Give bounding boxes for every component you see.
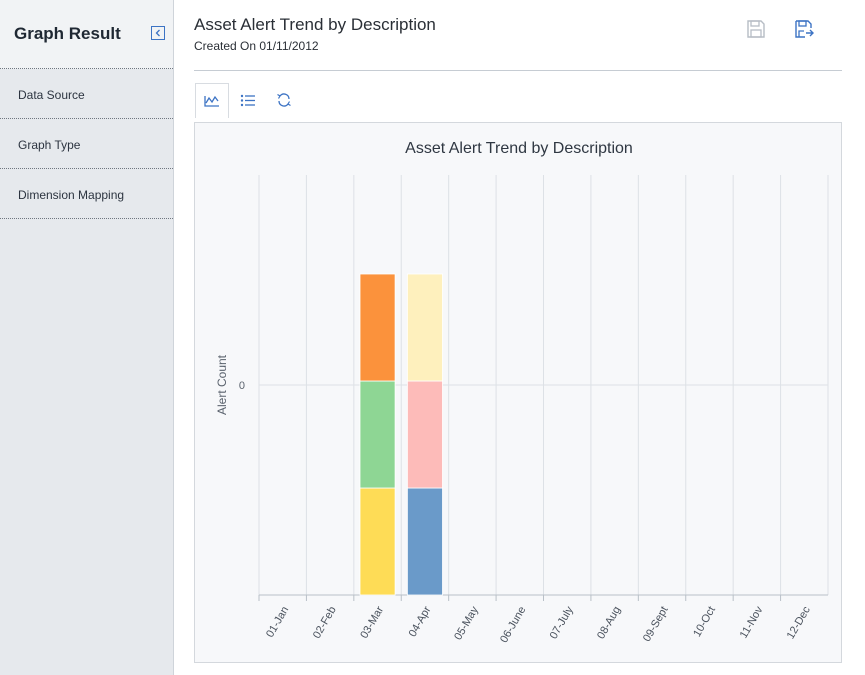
list-icon[interactable] [231,83,265,117]
x-tick-label: 01-Jan [264,605,291,640]
y-axis-label: Alert Count [215,354,229,415]
x-tick-label: 04-Apr [407,604,434,639]
chart: Asset Alert Trend by Description Alert C… [215,140,829,645]
chart-title: Asset Alert Trend by Description [405,140,633,157]
bar-segment-3-03-Mar[interactable] [359,273,396,382]
x-tick-label: 02-Feb [311,605,339,641]
sidebar-item-label: Data Source [18,88,85,102]
sidebar-title: Graph Result [14,24,121,43]
chart-panel: Asset Alert Trend by Description Alert C… [194,122,842,663]
bar-segment-6-04-Apr[interactable] [407,273,443,382]
page-title: Asset Alert Trend by Description [194,15,436,34]
graph-icon[interactable] [195,83,229,118]
save-as-icon[interactable] [793,18,815,40]
main-panel: Asset Alert Trend by Description Created… [174,0,865,675]
refresh-icon[interactable] [267,83,301,117]
x-tick-label: 06-June [498,605,528,645]
x-tick-label: 11-Nov [738,604,766,640]
sidebar-header: Graph Result [0,0,173,69]
x-tick-label: 05-May [452,604,481,642]
sidebar-item-graph-type[interactable]: Graph Type [0,119,173,169]
bar-segment-4-04-Apr[interactable] [407,487,443,596]
save-icon[interactable] [745,18,767,40]
x-tick-label: 12-Dec [785,604,813,641]
sidebar-item-data-source[interactable]: Data Source [0,69,173,119]
sidebar-item-label: Graph Type [18,138,81,152]
bar-segment-5-04-Apr[interactable] [407,380,443,489]
bottom-strip [174,663,865,675]
x-tick-label: 10-Oct [691,605,718,640]
chevron-left-icon[interactable] [151,26,165,40]
x-tick-label: 03-Mar [358,604,386,640]
x-tick-label: 09-Sept [641,605,671,644]
sidebar: Graph Result Data Source Graph Type Dime… [0,0,174,675]
y-tick-label: 0 [239,380,245,392]
sidebar-item-label: Dimension Mapping [18,188,125,202]
x-tick-label: 07-July [548,604,576,641]
bar-segment-1-03-Mar[interactable] [359,487,396,596]
x-tick-label: 08-Aug [595,605,623,642]
header-divider [194,70,842,71]
bar-segment-2-03-Mar[interactable] [359,380,396,489]
sidebar-item-dimension-mapping[interactable]: Dimension Mapping [0,169,173,219]
created-date: Created On 01/11/2012 [194,39,319,53]
